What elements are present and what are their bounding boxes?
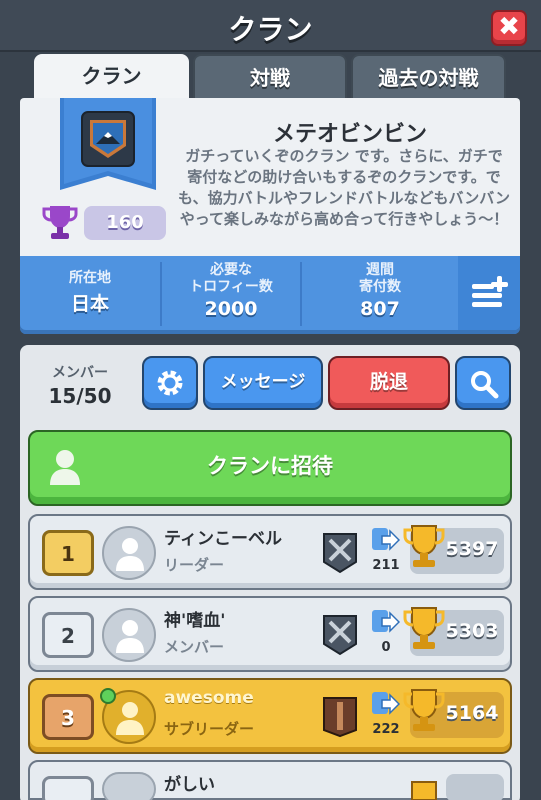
gear-icon bbox=[157, 370, 183, 396]
trophy-icon bbox=[403, 607, 445, 649]
member-row[interactable]: がしい bbox=[28, 760, 512, 800]
member-role: サブリーダー bbox=[164, 720, 255, 738]
stat-location: 所在地 日本 bbox=[20, 256, 160, 330]
member-rank bbox=[42, 776, 94, 800]
member-name: ティンこーベル bbox=[164, 529, 282, 549]
member-role: リーダー bbox=[164, 556, 225, 574]
tab-battle[interactable]: 対戦 bbox=[193, 54, 347, 100]
stat-required-trophies-label: 必要な トロフィー数 bbox=[189, 262, 273, 295]
person-icon bbox=[116, 538, 144, 571]
trophy-icon bbox=[403, 689, 445, 731]
clan-info-card: 160 メテオビンビン ガチっていくぞのクラン です。さらに、ガチで寄付などの助… bbox=[20, 98, 520, 258]
member-row[interactable]: 3 awesome サブリーダー 222 5164 bbox=[28, 678, 512, 754]
search-button[interactable] bbox=[455, 356, 511, 410]
stat-location-value: 日本 bbox=[70, 293, 109, 315]
member-donations: 222 bbox=[372, 722, 400, 737]
donation-icon bbox=[372, 528, 400, 551]
member-row[interactable]: 1 ティンこーベル リーダー 211 5397 bbox=[28, 514, 512, 590]
tab-clan[interactable]: クラン bbox=[34, 54, 189, 100]
clan-screen: クラン ✖ クラン 対戦 過去の対戦 160 メテオビンビン ガチっていくぞのク bbox=[0, 0, 541, 800]
leave-button[interactable]: 脱退 bbox=[328, 356, 450, 410]
close-button[interactable]: ✖ bbox=[491, 10, 527, 46]
member-trophies: 5164 bbox=[445, 702, 499, 724]
stat-weekly-donations-label: 週間 寄付数 bbox=[359, 262, 401, 295]
clan-stats-bar: 所在地 日本 必要な トロフィー数 2000 週間 寄付数 807 bbox=[20, 256, 520, 334]
person-icon bbox=[50, 450, 80, 485]
page-title: クラン bbox=[228, 13, 313, 46]
member-rank: 3 bbox=[42, 694, 94, 740]
member-rank: 2 bbox=[42, 612, 94, 658]
clan-menu-button[interactable] bbox=[458, 256, 520, 330]
clan-trophy-count: 160 bbox=[84, 206, 166, 240]
member-trophies: 5303 bbox=[445, 620, 499, 642]
trophy-icon bbox=[403, 525, 445, 567]
online-status-icon bbox=[100, 688, 116, 704]
member-trophy-box bbox=[446, 774, 504, 800]
member-name: 神'嗜血' bbox=[164, 611, 226, 631]
member-donations: 0 bbox=[381, 640, 391, 655]
member-trophies: 5397 bbox=[445, 538, 499, 560]
members-label: メンバー bbox=[52, 365, 108, 381]
person-icon bbox=[116, 702, 144, 735]
member-name: awesome bbox=[164, 688, 254, 708]
member-rank: 1 bbox=[42, 530, 94, 576]
member-donations: 211 bbox=[372, 558, 400, 573]
avatar bbox=[102, 526, 156, 580]
message-button[interactable]: メッセージ bbox=[203, 356, 323, 410]
invite-button[interactable]: クランに招待 bbox=[28, 430, 512, 506]
title-bar: クラン ✖ bbox=[0, 0, 541, 52]
avatar bbox=[102, 772, 156, 800]
donation-icon bbox=[372, 692, 400, 715]
league-icon bbox=[323, 533, 357, 574]
clan-badge-icon bbox=[60, 98, 156, 190]
league-icon bbox=[323, 615, 357, 656]
list-add-icon bbox=[472, 276, 508, 307]
clan-description: ガチっていくぞのクラン です。さらに、ガチで寄付などの助け合いもするぞのクランで… bbox=[178, 147, 510, 228]
tab-past-battles[interactable]: 過去の対戦 bbox=[351, 54, 506, 100]
avatar bbox=[102, 608, 156, 662]
stat-weekly-donations-value: 807 bbox=[360, 298, 400, 320]
person-icon bbox=[116, 620, 144, 653]
member-role: メンバー bbox=[164, 638, 225, 656]
stat-required-trophies: 必要な トロフィー数 2000 bbox=[162, 256, 300, 330]
member-name: がしい bbox=[164, 775, 215, 795]
stat-required-trophies-value: 2000 bbox=[204, 298, 258, 320]
search-icon bbox=[471, 371, 499, 399]
members-count: 15/50 bbox=[48, 384, 112, 408]
league-icon bbox=[323, 697, 357, 738]
clan-name: メテオビンビン bbox=[272, 122, 427, 147]
trophy-icon bbox=[411, 781, 437, 800]
clan-trophy-badge: 160 bbox=[42, 202, 172, 242]
settings-button[interactable] bbox=[142, 356, 198, 410]
invite-button-label: クランに招待 bbox=[207, 454, 333, 478]
stat-weekly-donations: 週間 寄付数 807 bbox=[302, 256, 458, 330]
trophy-icon bbox=[42, 206, 78, 239]
stat-location-label: 所在地 bbox=[69, 270, 111, 286]
donation-icon bbox=[372, 610, 400, 633]
member-row[interactable]: 2 神'嗜血' メンバー 0 5303 bbox=[28, 596, 512, 672]
